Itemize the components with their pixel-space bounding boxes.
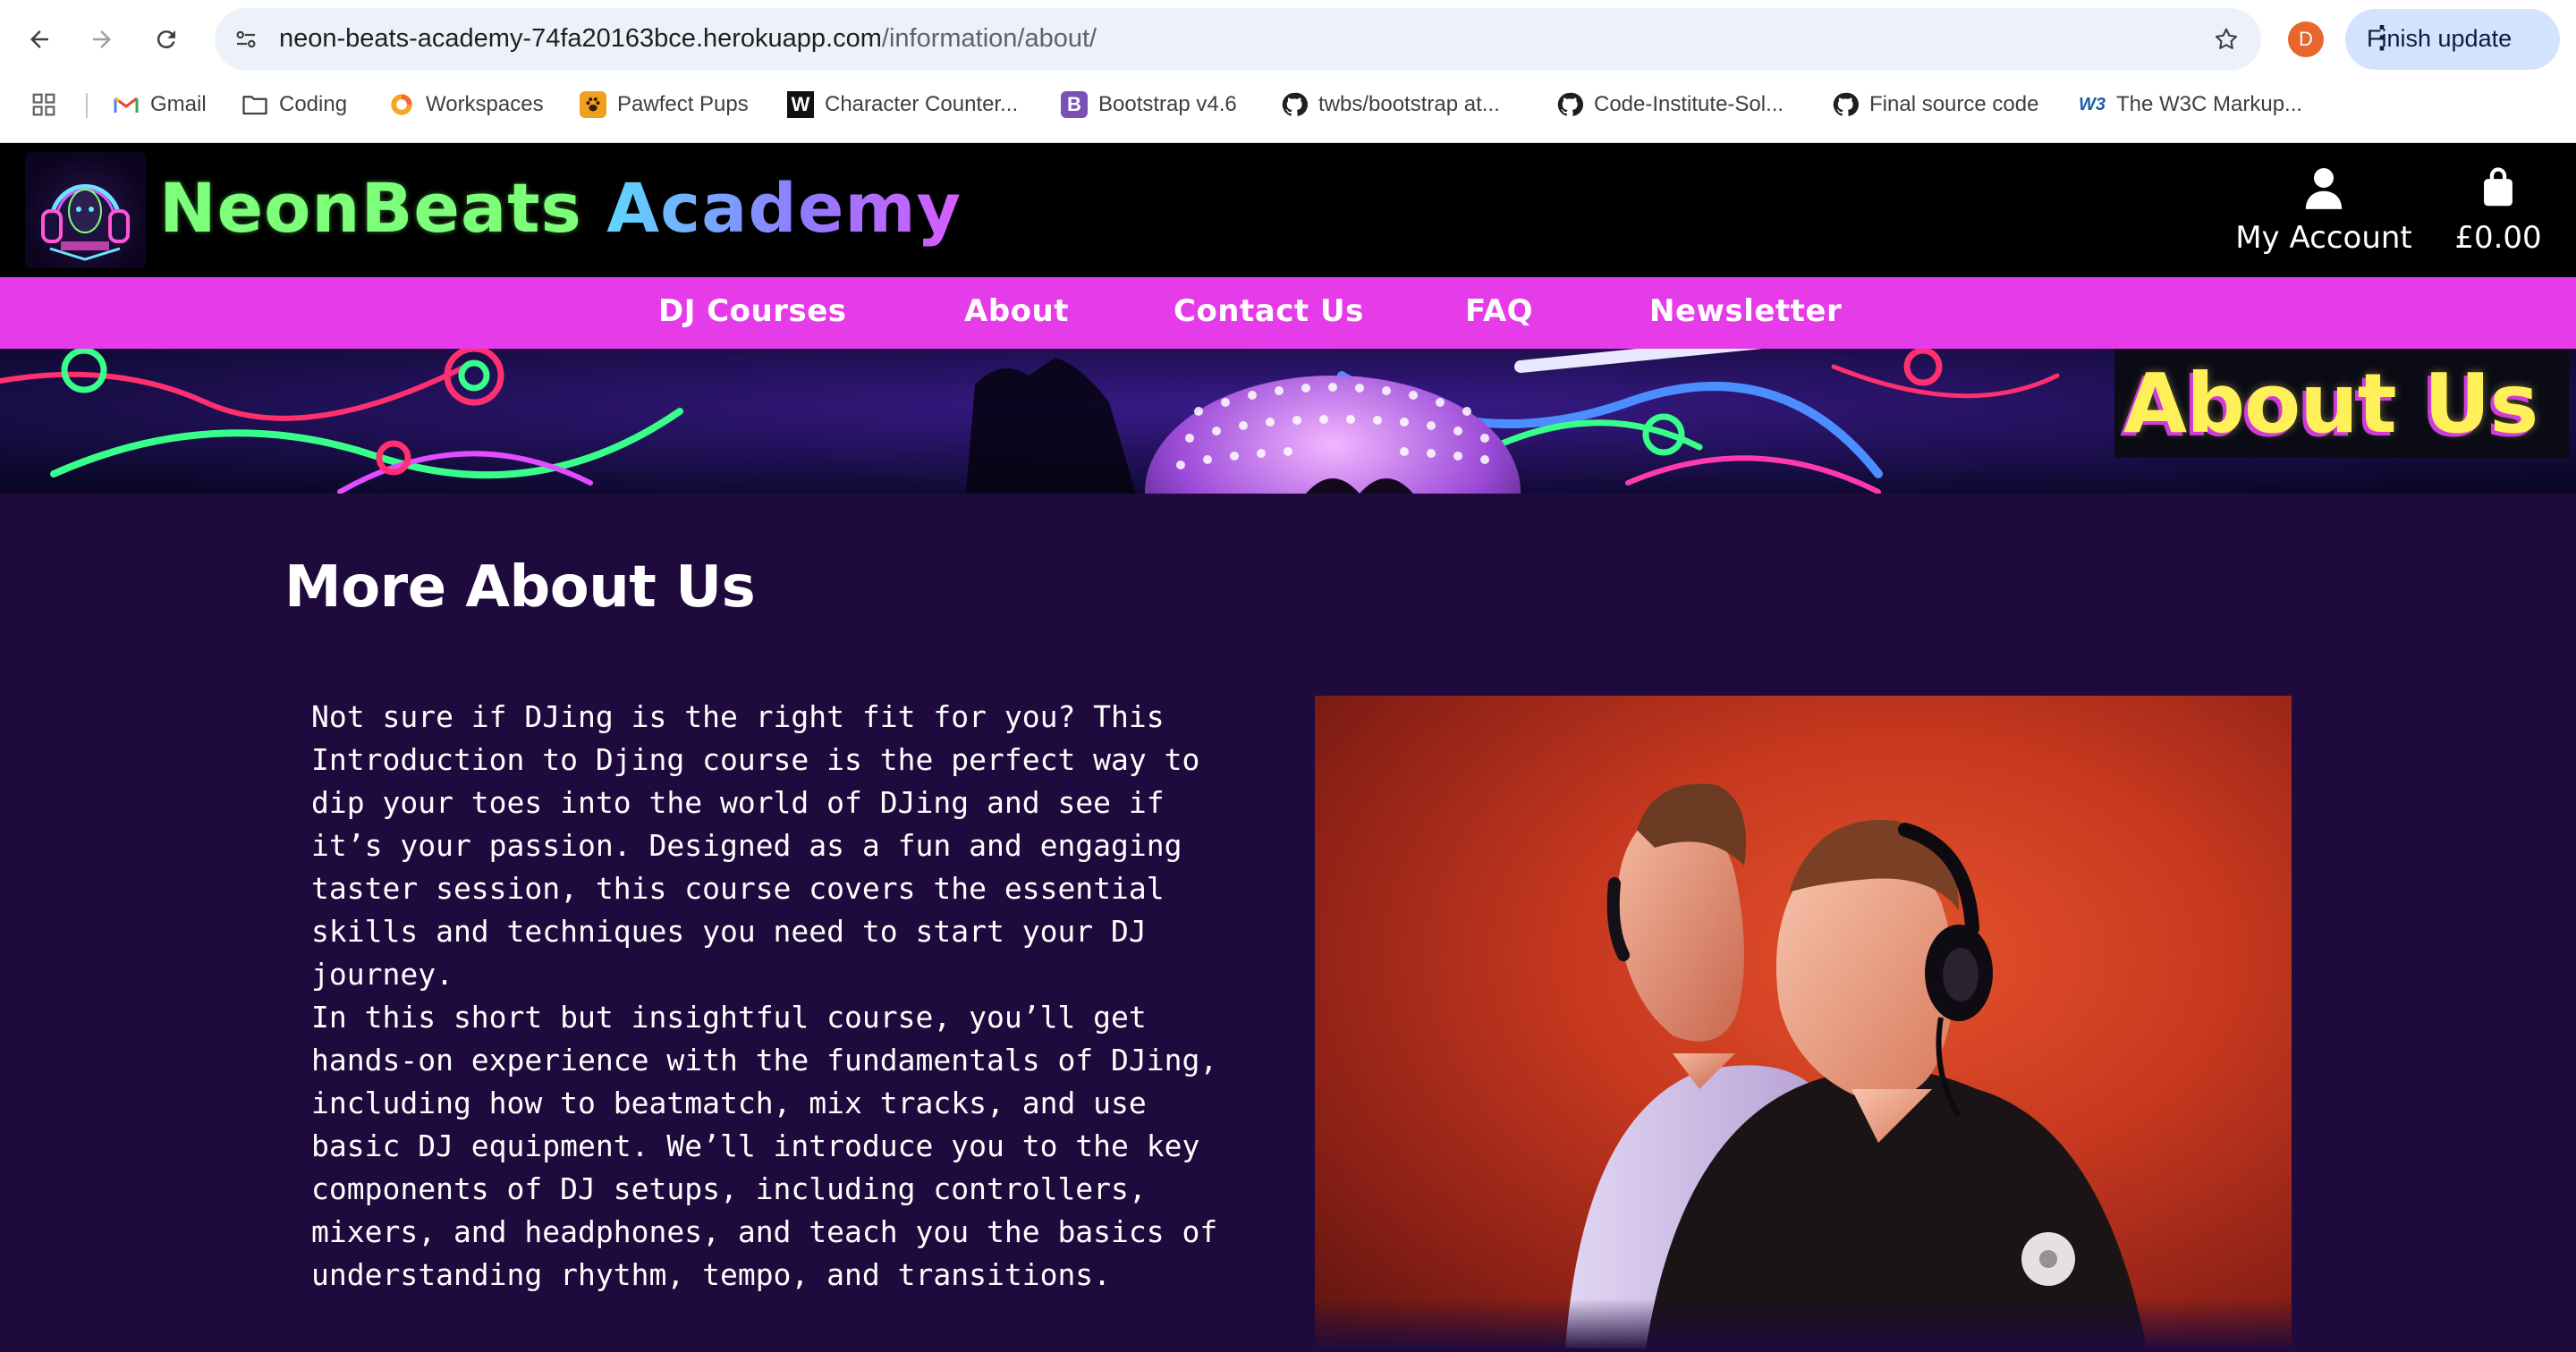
w3c-icon: W3 — [2079, 94, 2106, 114]
my-account-link[interactable]: My Account — [2225, 161, 2422, 259]
bookmark-coding[interactable]: Coding — [242, 88, 347, 122]
forward-button[interactable] — [82, 20, 122, 59]
bookmark-label: twbs/bootstrap at... — [1318, 92, 1500, 116]
address-bar[interactable]: neon-beats-academy-74fa20163bce.herokuap… — [215, 8, 2261, 71]
paragraph-intro: Not sure if DJing is the right fit for y… — [311, 699, 1200, 992]
nav-newsletter[interactable]: Newsletter — [1649, 293, 1842, 329]
url-host: neon-beats-academy-74fa20163bce.herokuap… — [279, 24, 882, 53]
bookmarks-divider — [86, 93, 88, 118]
hero-title-box: About Us — [2114, 349, 2569, 458]
github-icon — [1281, 91, 1308, 118]
bookmark-twbs-bootstrap[interactable]: twbs/bootstrap at... — [1281, 88, 1500, 122]
user-icon — [2305, 168, 2343, 209]
workspaces-icon — [388, 91, 415, 118]
page-heading: More About Us — [284, 554, 756, 621]
finish-update-button[interactable]: Finish update ⋮ — [2345, 9, 2560, 70]
hero-title: About Us — [2123, 356, 2538, 452]
bookmark-label: Character Counter... — [825, 92, 1019, 116]
cart-total: £0.00 — [2454, 220, 2542, 256]
profile-avatar[interactable]: D — [2288, 21, 2324, 57]
bookmark-label: Code-Institute-Sol... — [1594, 92, 1784, 116]
url-path: /information/about/ — [881, 24, 1097, 53]
paragraph-course-details: In this short but insightful course, you… — [311, 1000, 1218, 1292]
shopping-bag-link[interactable]: £0.00 — [2438, 161, 2558, 259]
bookmark-workspaces[interactable]: Workspaces — [388, 88, 544, 122]
bookmark-bootstrap[interactable]: B Bootstrap v4.6 — [1061, 88, 1237, 122]
bookmarks-bar: Gmail Coding Workspaces Pawfect Pups W C… — [0, 80, 2576, 129]
brand-space — [582, 168, 606, 248]
site-logo[interactable] — [25, 152, 146, 268]
bookmark-label: The W3C Markup... — [2116, 92, 2303, 116]
nav-contact-us[interactable]: Contact Us — [1174, 293, 1364, 329]
bookmark-final-source[interactable]: Final source code — [1832, 88, 2038, 122]
shopping-bag-icon — [2484, 167, 2512, 207]
brand-wordmark[interactable]: NeonBeats Academy — [159, 168, 962, 248]
paw-icon — [580, 91, 606, 118]
site-header: NeonBeats Academy My Account £0.00 — [0, 143, 2576, 277]
bookmark-w3c[interactable]: W3 The W3C Markup... — [2079, 88, 2302, 122]
forward-arrow-icon — [93, 30, 111, 48]
url-text: neon-beats-academy-74fa20163bce.herokuap… — [279, 24, 1097, 54]
back-arrow-icon — [30, 30, 48, 48]
site-info-icon[interactable] — [227, 21, 265, 58]
nav-about[interactable]: About — [964, 293, 1069, 329]
gmail-icon — [113, 91, 140, 118]
bootstrap-icon: B — [1061, 91, 1088, 118]
browser-chrome: neon-beats-academy-74fa20163bce.herokuap… — [0, 0, 2576, 143]
folder-icon — [242, 91, 268, 118]
page-bottom-fade — [0, 1298, 2576, 1352]
bookmark-label: Pawfect Pups — [617, 92, 749, 116]
reload-icon — [157, 30, 175, 49]
main-content: More About Us Not sure if DJing is the r… — [0, 494, 2576, 1352]
hero-banner: About Us — [0, 349, 2576, 494]
brand-part-academy: Academy — [606, 168, 962, 248]
bookmark-label: Gmail — [150, 92, 207, 116]
apps-grid-icon — [32, 93, 55, 116]
github-icon — [1832, 91, 1859, 118]
github-icon — [1556, 91, 1583, 118]
bookmark-star-icon[interactable] — [2207, 21, 2245, 58]
bookmark-gmail[interactable]: Gmail — [113, 88, 207, 122]
bookmark-code-institute[interactable]: Code-Institute-Sol... — [1556, 88, 1784, 122]
brand-part-neonbeats: NeonBeats — [159, 168, 582, 248]
bookmark-label: Workspaces — [426, 92, 544, 116]
bookmark-label: Final source code — [1869, 92, 2039, 116]
bookmark-character-counter[interactable]: W Character Counter... — [787, 88, 1018, 122]
bookmark-label: Coding — [279, 92, 348, 116]
my-account-label: My Account — [2235, 220, 2412, 256]
nav-dj-courses[interactable]: DJ Courses — [658, 293, 847, 329]
w-icon: W — [787, 91, 814, 118]
nav-faq[interactable]: FAQ — [1465, 293, 1533, 329]
apps-button[interactable] — [30, 88, 57, 122]
back-button[interactable] — [20, 20, 59, 59]
bookmark-label: Bootstrap v4.6 — [1098, 92, 1237, 116]
reload-button[interactable] — [147, 20, 186, 59]
main-nav: DJ Courses About Contact Us FAQ Newslett… — [0, 277, 2576, 349]
djs-photo — [1315, 696, 2292, 1348]
bookmark-pawfect-pups[interactable]: Pawfect Pups — [580, 88, 749, 122]
menu-dots-icon: ⋮ — [2367, 21, 2397, 55]
